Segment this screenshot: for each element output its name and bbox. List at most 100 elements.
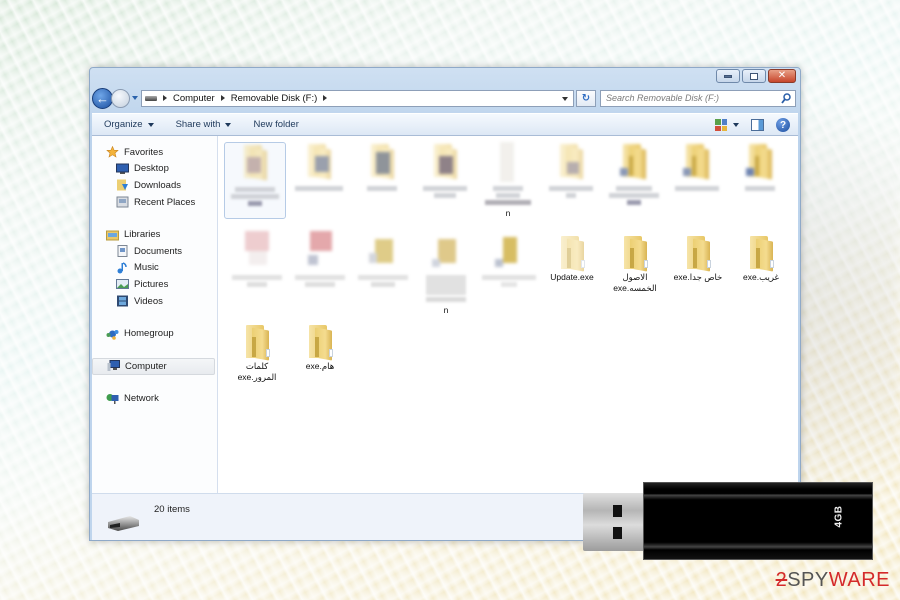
folder-icon	[683, 234, 713, 272]
recent-pages-dropdown[interactable]	[132, 96, 138, 100]
breadcrumb-separator[interactable]	[323, 95, 328, 101]
documents-icon	[117, 245, 128, 258]
blurred-label	[477, 186, 539, 205]
file-name: الاصول الخمسه.exe	[613, 272, 657, 293]
blurred-label	[352, 275, 414, 287]
breadcrumb-separator[interactable]	[163, 95, 167, 101]
file-item-blurred[interactable]	[666, 142, 728, 193]
blurred-label	[288, 186, 350, 191]
blurred-thumbnail	[366, 142, 398, 182]
file-item-blurred[interactable]: n	[477, 142, 539, 218]
organize-label: Organize	[104, 119, 143, 130]
blurred-label	[351, 186, 413, 191]
file-name: هام.exe	[305, 361, 335, 371]
arrow-left-icon: ←	[96, 90, 109, 106]
blurred-label	[540, 186, 602, 198]
blurred-thumbnail	[618, 142, 650, 182]
sidebar-item-pictures[interactable]: Pictures	[92, 276, 217, 293]
organize-button[interactable]: Organize	[104, 119, 154, 130]
search-icon[interactable]	[781, 92, 791, 104]
music-icon	[117, 262, 127, 274]
address-bar[interactable]: Computer Removable Disk (F:)	[141, 89, 574, 107]
sidebar-item-label: Pictures	[134, 278, 169, 290]
file-item-gharib-exe[interactable]: غريب.exe	[730, 234, 792, 283]
file-item-ham-exe[interactable]: هام.exe	[289, 323, 351, 372]
change-view-icon[interactable]	[715, 119, 727, 131]
preview-pane-icon[interactable]	[751, 119, 764, 131]
blurred-label	[666, 186, 728, 191]
search-box[interactable]	[600, 89, 796, 107]
new-folder-label: New folder	[253, 119, 299, 130]
minimize-button[interactable]	[716, 69, 740, 83]
videos-icon	[117, 295, 128, 307]
blurred-label	[729, 186, 791, 191]
sidebar-libraries[interactable]: Libraries	[92, 226, 217, 243]
sidebar-network[interactable]: Network	[92, 391, 217, 408]
search-input[interactable]	[606, 93, 776, 103]
file-item-kalimat-al-murur-exe[interactable]: كلمات المرور.exe	[226, 323, 288, 383]
pictures-icon	[116, 279, 129, 290]
breadcrumb-separator[interactable]	[220, 95, 225, 101]
blurred-thumbnail	[239, 143, 271, 183]
close-icon: ✕	[777, 70, 787, 81]
truncated-label: n	[443, 305, 449, 315]
blurred-label	[226, 275, 288, 287]
views-dropdown-icon[interactable]	[733, 123, 739, 127]
watermark-logo: 2SPYWARE	[775, 569, 890, 591]
file-name: كلمات المرور.exe	[237, 361, 277, 382]
breadcrumb-removable-disk[interactable]: Removable Disk (F:)	[231, 93, 318, 104]
blurred-thumbnail	[492, 142, 524, 182]
breadcrumb-computer[interactable]: Computer	[173, 93, 215, 104]
blurred-thumbnail	[744, 142, 776, 182]
share-with-label: Share with	[175, 119, 221, 130]
address-dropdown-icon[interactable]	[562, 96, 568, 101]
file-item-blurred[interactable]: n	[415, 231, 477, 315]
file-item-al-usul-al-khamsa-exe[interactable]: الاصول الخمسه.exe	[604, 234, 666, 294]
folder-icon	[242, 323, 272, 361]
close-button[interactable]: ✕	[768, 69, 796, 83]
usb-body: 4GB	[643, 482, 873, 560]
computer-icon	[107, 360, 120, 372]
file-item-blurred[interactable]	[224, 142, 286, 219]
help-icon[interactable]: ?	[776, 118, 790, 132]
sidebar-item-downloads[interactable]: Downloads	[92, 177, 217, 194]
file-item-blurred[interactable]	[289, 231, 351, 289]
blurred-thumbnail	[367, 231, 399, 271]
file-item-blurred[interactable]	[478, 231, 540, 289]
file-name: خاص جدا.exe	[673, 272, 723, 282]
file-item-blurred[interactable]	[351, 142, 413, 193]
sidebar-computer[interactable]: Computer	[92, 357, 215, 375]
share-with-button[interactable]: Share with	[176, 119, 232, 130]
sidebar-item-desktop[interactable]: Desktop	[92, 161, 217, 178]
blurred-label	[289, 275, 351, 287]
sidebar-favorites[interactable]: Favorites	[92, 144, 217, 161]
file-item-blurred[interactable]	[352, 231, 414, 289]
file-item-blurred[interactable]	[288, 142, 350, 193]
maximize-button[interactable]	[742, 69, 766, 83]
sidebar-item-recent-places[interactable]: Recent Places	[92, 194, 217, 211]
blurred-thumbnail	[304, 231, 336, 271]
file-item-blurred[interactable]	[540, 142, 602, 200]
sidebar-item-label: Videos	[134, 295, 163, 307]
sidebar-item-music[interactable]: Music	[92, 260, 217, 277]
libraries-icon	[106, 230, 119, 241]
file-item-blurred[interactable]	[603, 142, 665, 207]
file-item-khas-jiddan-exe[interactable]: خاص جدا.exe	[667, 234, 729, 283]
sidebar-homegroup[interactable]: Homegroup	[92, 325, 217, 342]
refresh-button[interactable]: ↻	[576, 89, 596, 107]
new-folder-button[interactable]: New folder	[253, 119, 298, 130]
file-item-update-exe[interactable]: Update.exe	[541, 234, 603, 283]
forward-button[interactable]	[111, 88, 130, 108]
blurred-thumbnail	[241, 231, 273, 271]
blurred-thumbnail	[493, 231, 525, 271]
folder-icon	[746, 234, 776, 272]
back-button[interactable]: ←	[92, 87, 113, 109]
file-item-blurred[interactable]	[729, 142, 791, 193]
file-item-blurred[interactable]	[414, 142, 476, 200]
file-item-blurred[interactable]	[226, 231, 288, 289]
sidebar-item-videos[interactable]: Videos	[92, 293, 217, 310]
sidebar-item-documents[interactable]: Documents	[92, 243, 217, 260]
chevron-down-icon	[225, 122, 232, 127]
minimize-icon	[724, 74, 732, 78]
maximize-icon	[750, 72, 758, 80]
